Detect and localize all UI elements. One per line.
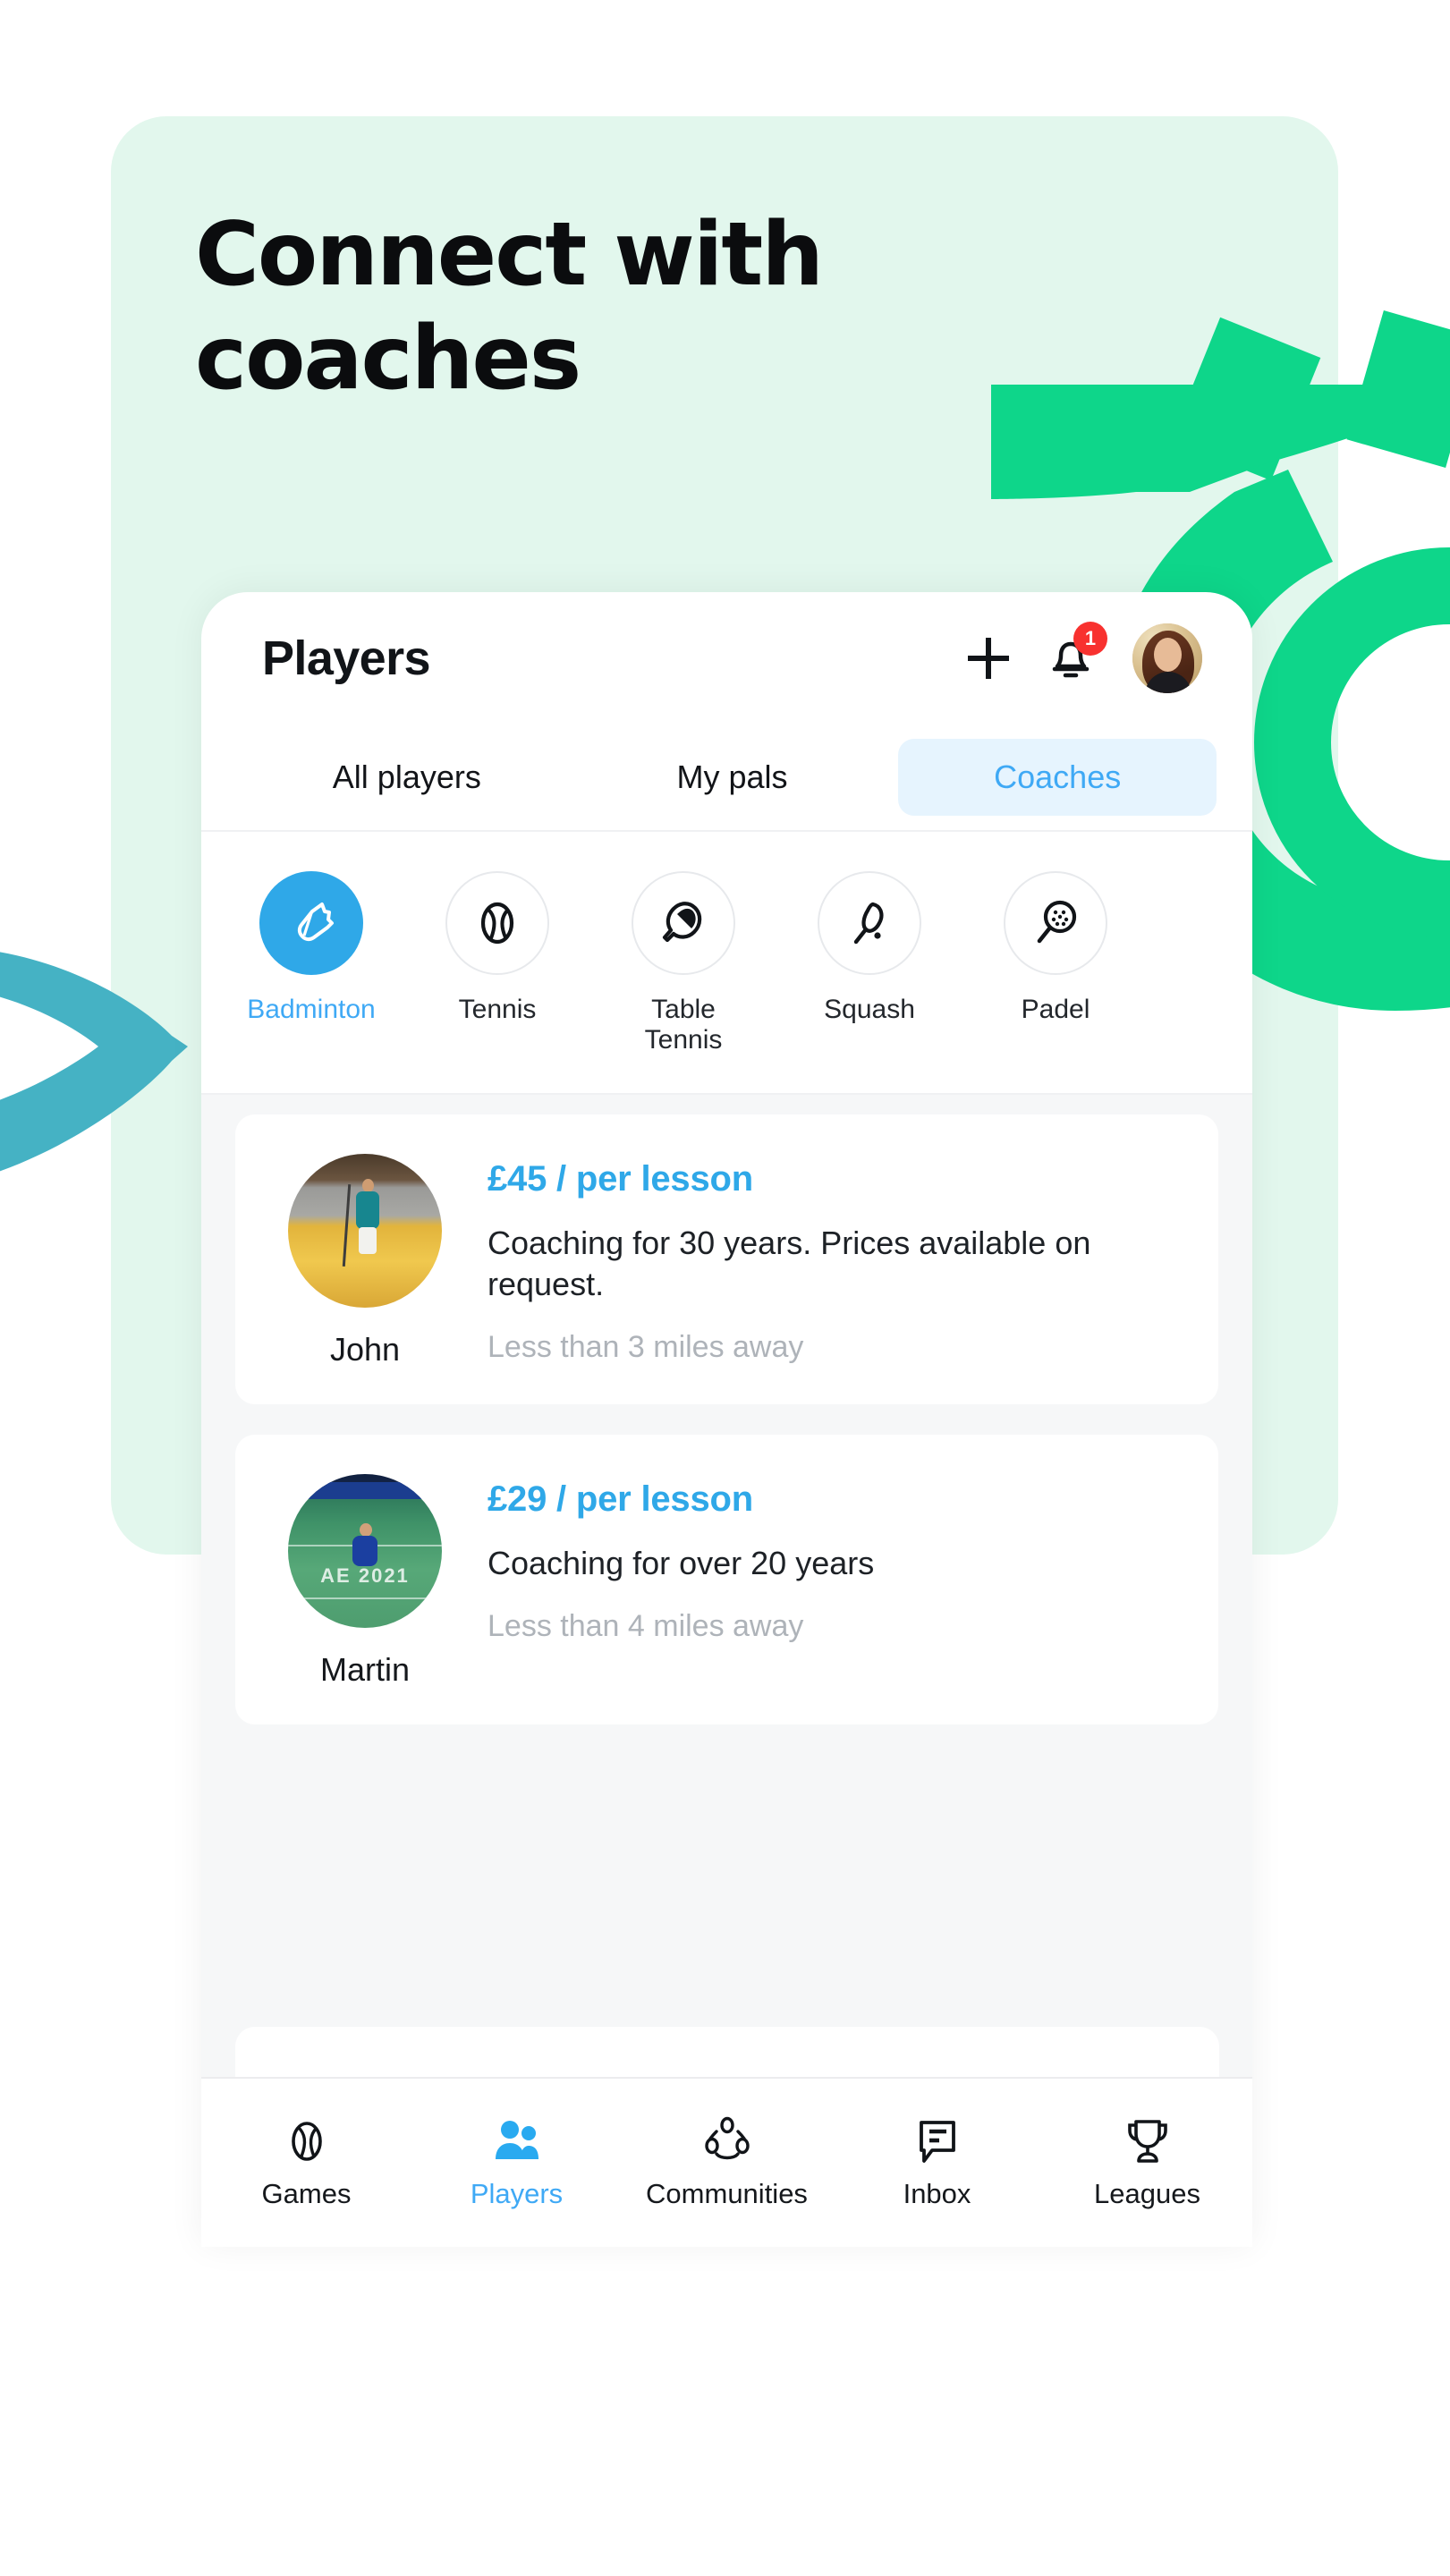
- plus-icon[interactable]: [968, 638, 1009, 679]
- nav-item-communities[interactable]: Communities: [622, 2115, 832, 2210]
- app-header: Players 1: [201, 592, 1252, 724]
- sport-chip-badminton[interactable]: Badminton: [237, 871, 386, 1025]
- nav-icon-wrap: [1123, 2115, 1173, 2167]
- nav-label: Communities: [646, 2178, 808, 2209]
- nav-icon-wrap: [282, 2115, 332, 2167]
- nav-icon-wrap: [702, 2115, 752, 2167]
- headline-line-1: Connect with: [195, 204, 824, 306]
- coach-description: Coaching for 30 years. Prices available …: [488, 1224, 1091, 1303]
- chat-bubble-icon: [919, 2121, 955, 2163]
- photo-overlay-text: AE 2021: [320, 1563, 410, 1587]
- sport-chip-circle: [818, 871, 921, 975]
- coach-photo: AE 2021: [288, 1474, 442, 1628]
- header-actions: 1: [968, 622, 1202, 693]
- sport-chip-label: Table Tennis: [644, 995, 723, 1055]
- nav-item-leagues[interactable]: Leagues: [1042, 2115, 1252, 2210]
- sport-chip-tennis[interactable]: Tennis: [423, 871, 572, 1025]
- headline-line-2: coaches: [195, 307, 581, 410]
- app-screen: Players 1 All players My pals Coaches Ba…: [201, 592, 1252, 2247]
- nav-item-games[interactable]: Games: [201, 2115, 411, 2210]
- communities-icon: [704, 2116, 750, 2160]
- sport-chip-circle: [632, 871, 735, 975]
- tab-all-players[interactable]: All players: [248, 739, 566, 816]
- coach-description: Coaching for over 20 years: [488, 1545, 875, 1581]
- nav-item-players[interactable]: Players: [411, 2115, 622, 2210]
- table-tennis-paddle-icon: [662, 902, 702, 943]
- nav-icon-wrap: [912, 2115, 962, 2167]
- notifications-button[interactable]: 1: [1047, 622, 1107, 682]
- sport-chip-circle: [445, 871, 549, 975]
- sport-chip-label: Squash: [824, 995, 915, 1024]
- coach-price: £29 / per lesson: [488, 1479, 753, 1519]
- squash-racket-icon: [853, 902, 884, 945]
- notification-badge: 1: [1073, 622, 1107, 656]
- coach-identity: AE 2021 Martin: [273, 1474, 457, 1689]
- tab-my-pals[interactable]: My pals: [573, 739, 892, 816]
- people-icon: [495, 2121, 538, 2159]
- player-tabs: All players My pals Coaches: [201, 724, 1252, 832]
- nav-label: Inbox: [903, 2178, 971, 2209]
- padel-racket-icon: [1037, 900, 1077, 944]
- coach-identity: John: [273, 1154, 457, 1368]
- tennis-ball-icon: [480, 902, 514, 945]
- marketing-headline: Connect with coaches: [195, 204, 824, 411]
- sport-chip-circle: [259, 871, 363, 975]
- coach-list: John £45 / per lesson Coaching for 30 ye…: [201, 1095, 1252, 2088]
- sport-filter-strip: Badminton Tennis Table Tennis Squash Pad…: [201, 832, 1252, 1095]
- coach-distance: Less than 3 miles away: [488, 1330, 804, 1365]
- nav-item-inbox[interactable]: Inbox: [832, 2115, 1042, 2210]
- promo-screenshot: Connect with coaches Players 1 All playe…: [0, 0, 1450, 2576]
- sport-chip-circle: [1004, 871, 1107, 975]
- sport-chip-padel[interactable]: Padel: [981, 871, 1130, 1025]
- nav-label: Games: [261, 2178, 352, 2209]
- page-title: Players: [262, 631, 431, 685]
- tab-coaches[interactable]: Coaches: [898, 739, 1217, 816]
- sport-chip-label: Tennis: [458, 995, 537, 1024]
- nav-icon-wrap: [491, 2115, 543, 2167]
- coach-card-peek[interactable]: [235, 2027, 1219, 2077]
- coach-name: John: [329, 1331, 401, 1368]
- coach-card[interactable]: John £45 / per lesson Coaching for 30 ye…: [235, 1114, 1218, 1404]
- sport-chip-squash[interactable]: Squash: [795, 871, 944, 1025]
- coach-price: £45 / per lesson: [488, 1159, 753, 1199]
- coach-distance: Less than 4 miles away: [488, 1609, 804, 1644]
- bottom-navigation: Games Players Communities Inbox Leagues: [201, 2077, 1252, 2247]
- coach-details: £29 / per lesson Coaching for over 20 ye…: [488, 1474, 1181, 1689]
- ball-icon: [291, 2122, 322, 2161]
- nav-label: Players: [470, 2178, 564, 2209]
- coach-name: Martin: [319, 1651, 411, 1688]
- nav-label: Leagues: [1094, 2178, 1200, 2209]
- sport-chip-label: Padel: [1021, 995, 1090, 1024]
- coach-card[interactable]: AE 2021 Martin £29 / per lesson Coaching…: [235, 1435, 1218, 1724]
- coach-details: £45 / per lesson Coaching for 30 years. …: [488, 1154, 1181, 1368]
- trophy-icon: [1127, 2120, 1167, 2163]
- avatar[interactable]: [1132, 623, 1202, 693]
- green-rectangle-2: [1346, 310, 1450, 468]
- sport-chip-label: Badminton: [247, 995, 376, 1024]
- coach-photo: [288, 1154, 442, 1308]
- shuttlecock-icon: [297, 902, 334, 942]
- sport-chip-table-tennis[interactable]: Table Tennis: [609, 871, 758, 1055]
